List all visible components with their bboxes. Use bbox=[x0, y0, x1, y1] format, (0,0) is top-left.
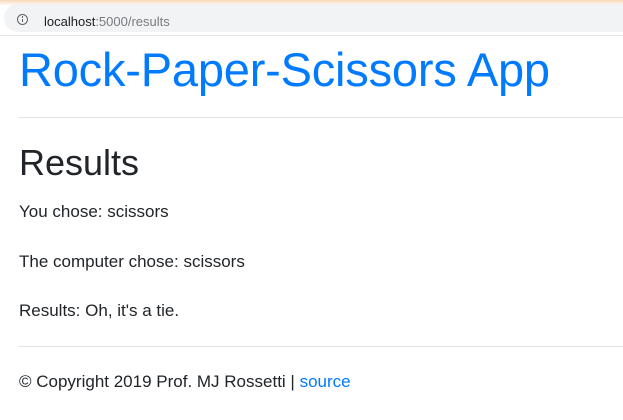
user-choice-value: scissors bbox=[107, 202, 169, 221]
computer-choice-value: scissors bbox=[183, 252, 245, 271]
user-choice-label: You chose: bbox=[19, 202, 103, 221]
url-path: :5000/results bbox=[95, 14, 170, 29]
page-title: Results bbox=[19, 142, 140, 183]
result-line: Results: Oh, it's a tie. bbox=[19, 300, 179, 322]
url-host: localhost bbox=[44, 14, 96, 29]
copyright-text: © Copyright 2019 Prof. MJ Rossetti bbox=[19, 372, 286, 391]
source-link[interactable]: source bbox=[300, 372, 351, 391]
url-field[interactable]: localhost:5000/results bbox=[4, 4, 623, 32]
browser-address-bar: localhost:5000/results bbox=[0, 0, 623, 36]
result-label: Results: bbox=[19, 301, 81, 320]
computer-choice-label: The computer chose: bbox=[19, 252, 179, 271]
computer-choice-line: The computer chose: scissors bbox=[19, 251, 245, 273]
info-icon[interactable] bbox=[17, 14, 28, 25]
result-value: Oh, it's a tie. bbox=[85, 301, 180, 320]
app-title-link[interactable]: Rock-Paper-Scissors App bbox=[19, 42, 550, 98]
user-choice-line: You chose: scissors bbox=[19, 201, 169, 223]
header-divider bbox=[19, 117, 623, 118]
footer-divider bbox=[19, 346, 623, 347]
footer: © Copyright 2019 Prof. MJ Rossetti | sou… bbox=[19, 371, 351, 393]
footer-separator: | bbox=[290, 372, 295, 391]
url-text[interactable]: localhost:5000/results bbox=[44, 14, 170, 30]
